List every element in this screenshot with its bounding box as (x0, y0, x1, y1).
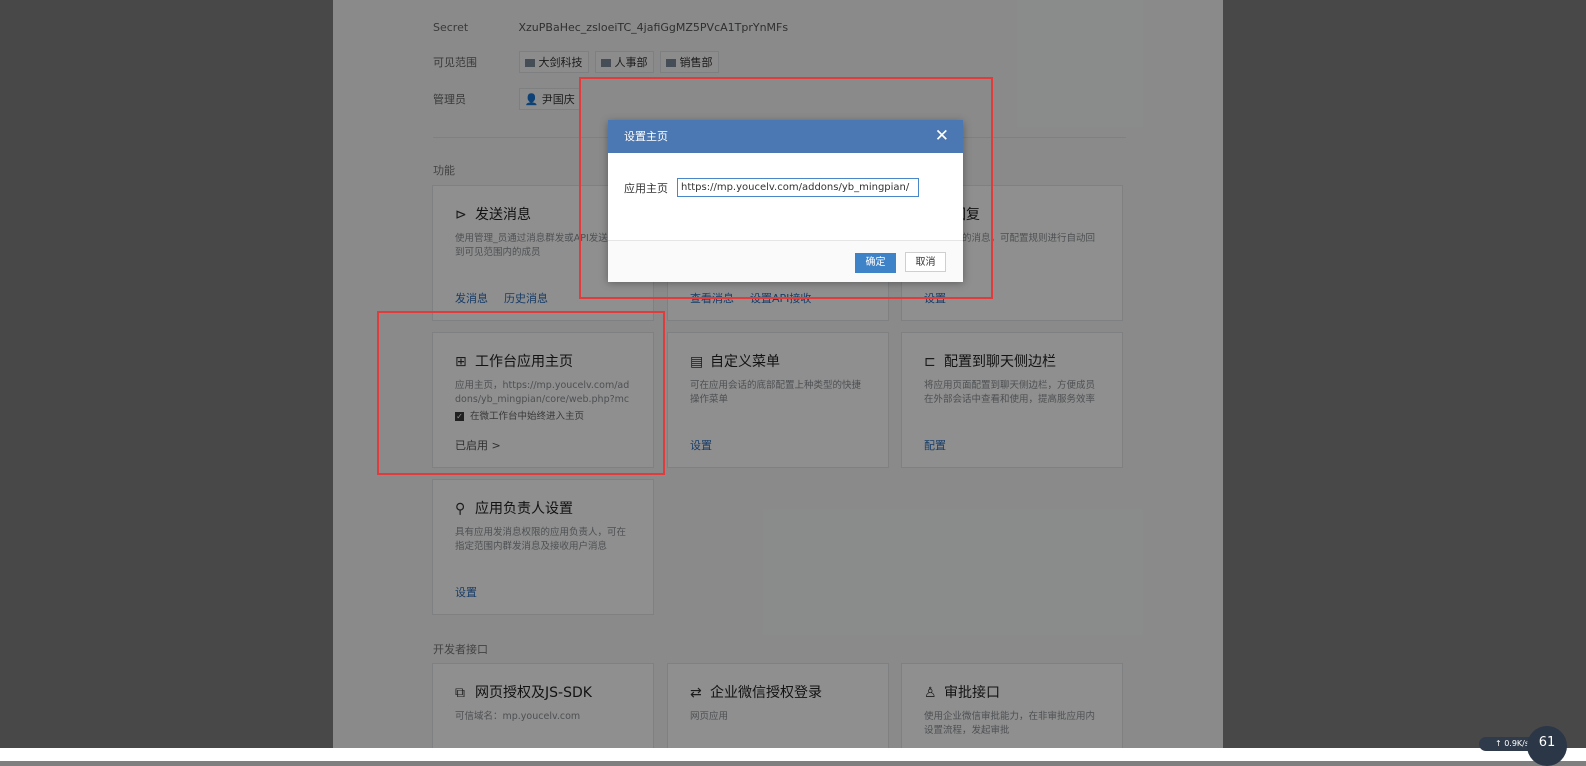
corner-widget[interactable]: 61 (1527, 726, 1567, 766)
bottom-strip (0, 748, 1586, 761)
highlight-box-homepage-card (377, 311, 665, 475)
highlight-box-dialog (579, 77, 993, 299)
